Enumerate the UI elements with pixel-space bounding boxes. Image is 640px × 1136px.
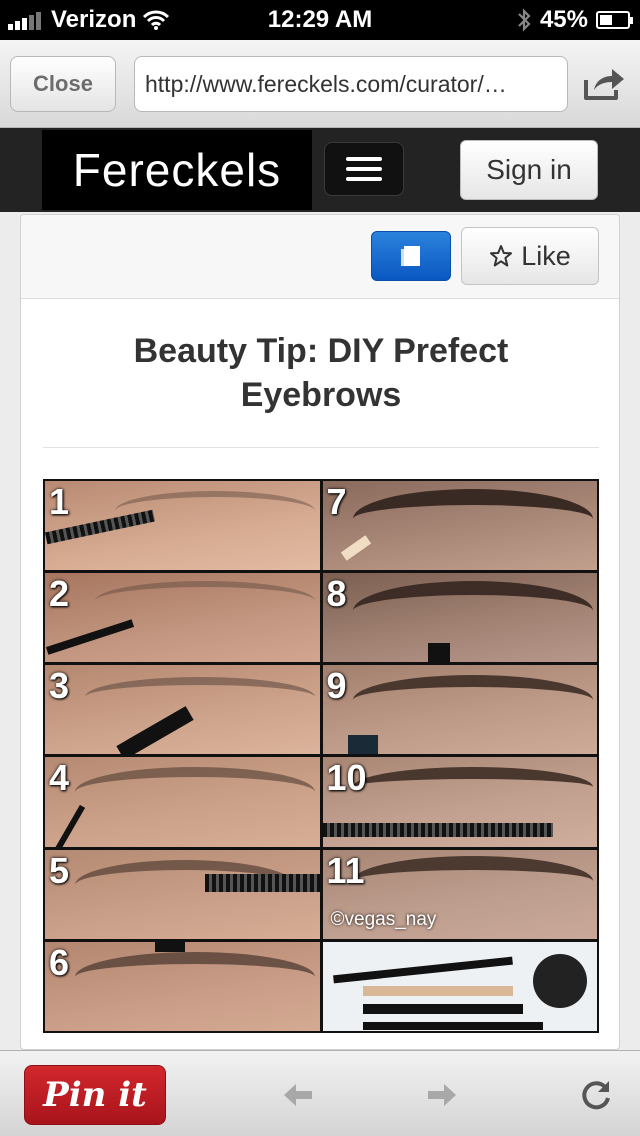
step-tile-2: 2 [45,573,320,663]
battery-icon [596,11,633,29]
step-number: 8 [326,573,347,615]
step-number: 10 [326,757,367,799]
status-right: 45% [516,6,633,34]
signin-button[interactable]: Sign in [460,140,598,200]
step-number: 1 [49,481,70,522]
menu-button[interactable] [324,142,404,196]
site-header: Fereckels Sign in [0,128,640,212]
step-tile-11: 11 ©vegas_nay [322,849,597,939]
back-arrow-icon [284,1084,312,1106]
step-number: 4 [49,757,70,799]
star-icon [490,245,513,267]
battery-percent: 45% [539,6,588,33]
save-button[interactable] [371,231,451,281]
share-icon[interactable] [582,64,626,104]
step-tile-3: 3 [45,665,320,755]
bottom-toolbar: Pin it [0,1050,640,1136]
browser-toolbar: Close http://www.fereckels.com/curator/… [0,40,640,128]
step-tile-4: 4 [45,757,320,847]
site-logo[interactable]: Fereckels [42,130,312,210]
bluetooth-icon [518,8,531,32]
step-tile-9: 9 [322,665,597,755]
reload-button[interactable] [574,1073,618,1117]
pin-it-button[interactable]: Pin it [24,1065,166,1125]
like-label: Like [521,240,571,271]
forward-arrow-icon [428,1084,456,1106]
step-number: 5 [49,849,70,891]
browser-page: Verizon 12:29 AM 45% Close http://www.fe… [0,0,640,1136]
reload-icon [582,1081,610,1110]
url-field[interactable]: http://www.fereckels.com/curator/… [134,56,568,112]
step-number: 2 [49,573,70,615]
products-tile [322,941,597,1031]
close-button[interactable]: Close [10,56,116,112]
bookmark-icon [401,246,420,266]
card-toolbar: Like [21,215,619,299]
photo-credit: ©vegas_nay [330,908,437,930]
article-title: Beauty Tip: DIY Prefect Eyebrows [133,332,509,414]
step-tile-5: 5 [45,849,320,939]
step-number: 11 [326,849,365,891]
step-tile-8: 8 [322,573,597,663]
like-button[interactable]: Like [461,227,599,285]
step-number: 6 [49,941,70,983]
menu-icon [346,157,382,161]
step-tile-10: 10 [322,757,597,847]
step-number: 9 [326,665,347,707]
step-tile-1: 1 [45,481,320,571]
status-bar: Verizon 12:29 AM 45% [0,0,640,40]
step-tile-6: 6 [45,941,320,1031]
step-number: 7 [326,481,347,522]
back-button[interactable] [276,1073,320,1117]
step-tile-7: 7 [322,481,597,571]
article-card: Like Beauty Tip: DIY Prefect Eyebrows 1 … [20,214,620,1050]
eyebrow-steps-image[interactable]: 1 7 2 8 3 9 4 10 5 11 ©vegas_nay 6 [43,479,599,1033]
battery-level [600,15,612,25]
forward-button[interactable] [420,1073,464,1117]
divider [43,447,599,448]
step-number: 3 [49,665,70,707]
